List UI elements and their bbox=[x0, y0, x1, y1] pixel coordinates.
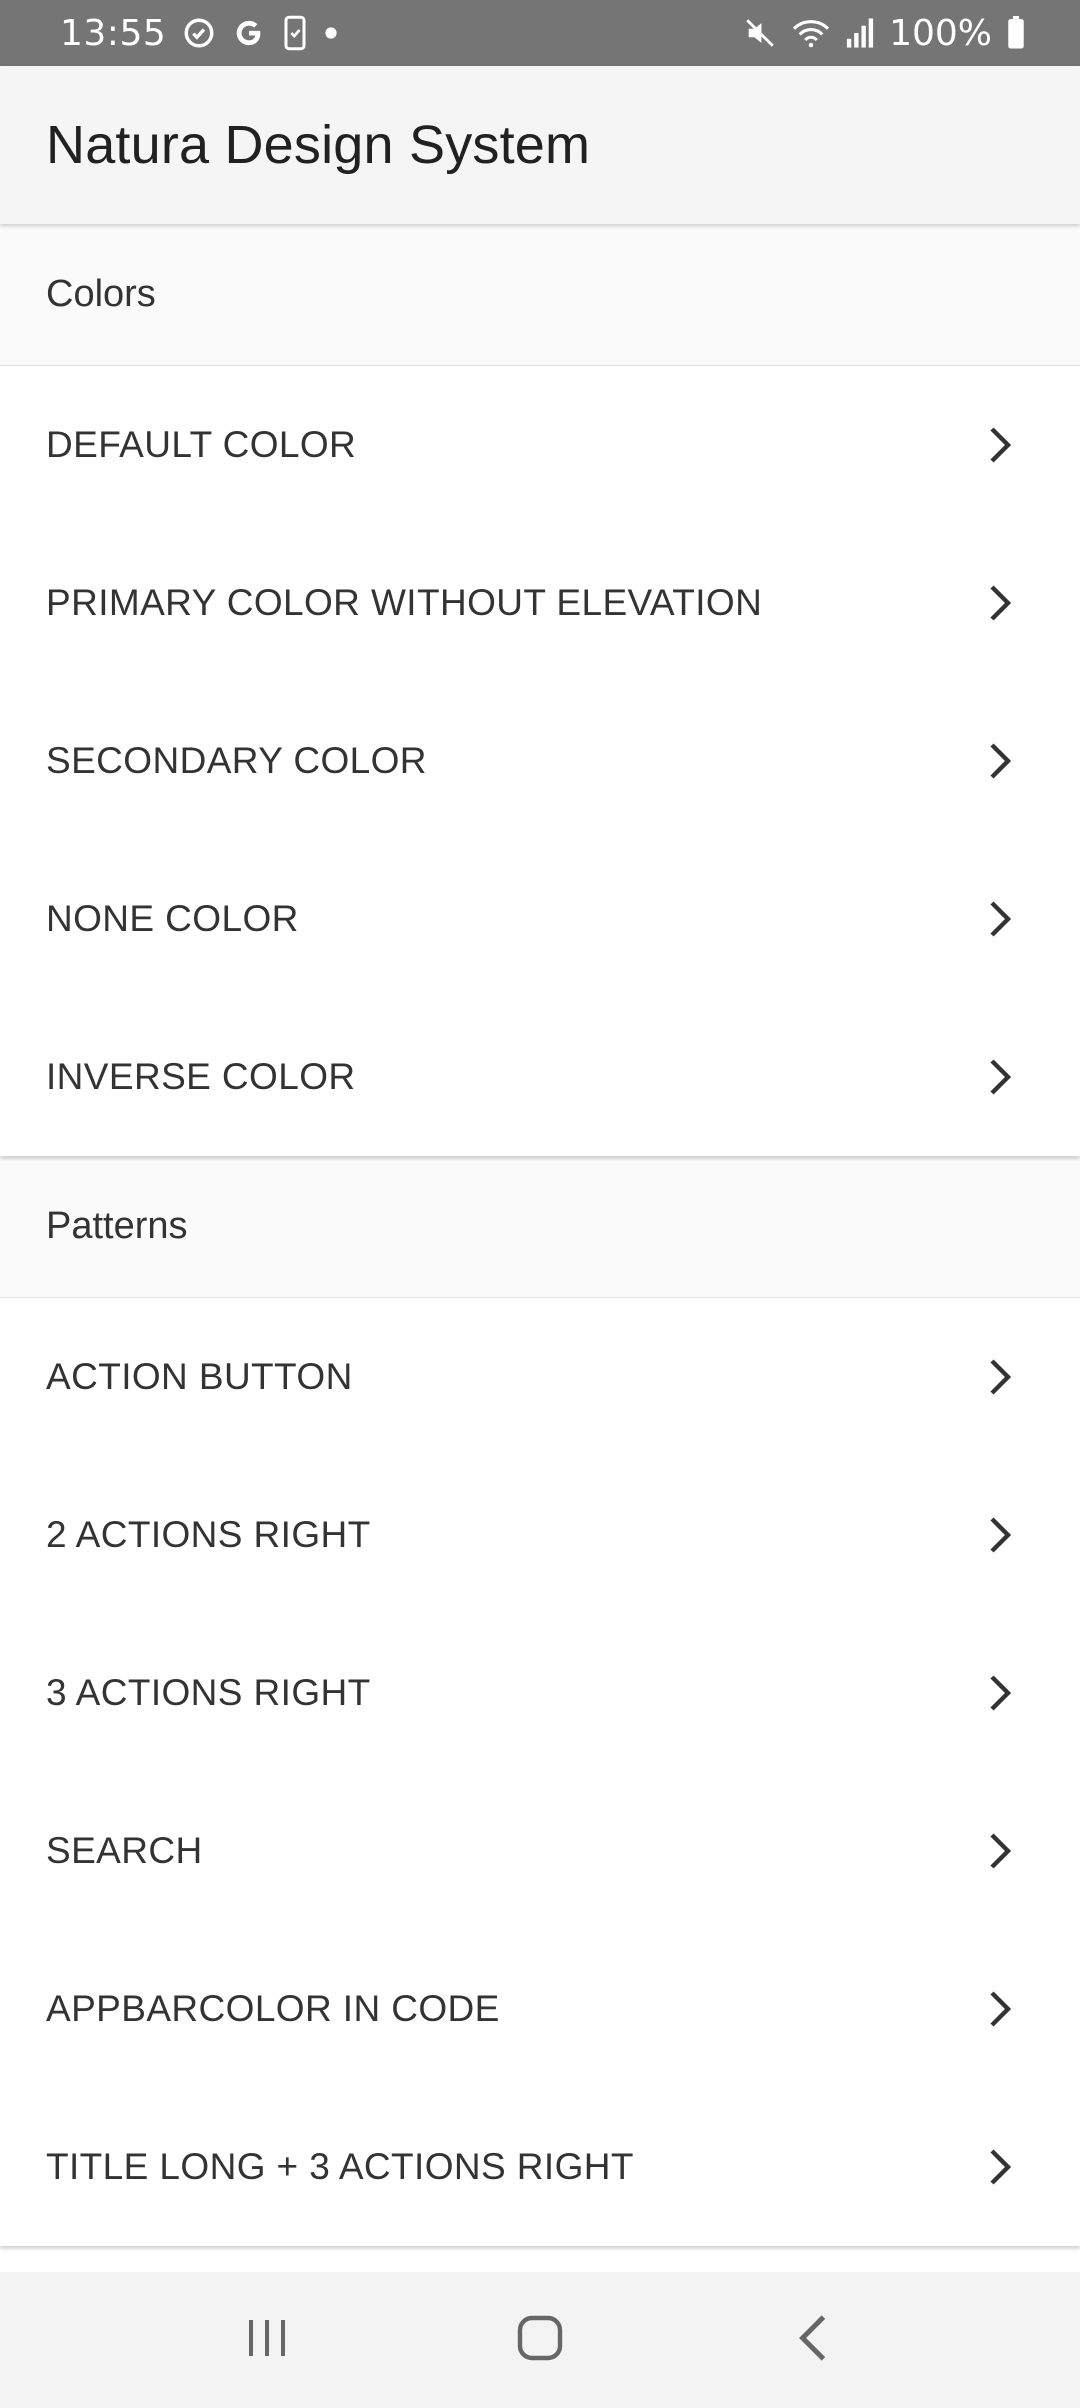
status-time: 13:55 bbox=[60, 12, 167, 54]
chevron-right-icon bbox=[980, 899, 1020, 939]
back-icon bbox=[796, 2313, 830, 2368]
menu-list: Colors DEFAULT COLOR PRIMARY COLOR WITHO… bbox=[0, 224, 1080, 2252]
dot-icon bbox=[324, 26, 338, 40]
list-item-title-long-3-actions-right[interactable]: TITLE LONG + 3 ACTIONS RIGHT bbox=[0, 2088, 1080, 2246]
chevron-right-icon bbox=[980, 1057, 1020, 1097]
list-item-label: 2 ACTIONS RIGHT bbox=[46, 1514, 371, 1555]
section-list-colors: DEFAULT COLOR PRIMARY COLOR WITHOUT ELEV… bbox=[0, 366, 1080, 1156]
list-item-label: INVERSE COLOR bbox=[46, 1056, 356, 1097]
chevron-right-icon bbox=[980, 1831, 1020, 1871]
system-nav-bar bbox=[0, 2272, 1080, 2408]
list-item-label: DEFAULT COLOR bbox=[46, 424, 357, 465]
list-item-label: TITLE LONG + 3 ACTIONS RIGHT bbox=[46, 2146, 634, 2187]
list-item-default-color[interactable]: DEFAULT COLOR bbox=[0, 366, 1080, 524]
section-list-patterns: ACTION BUTTON 2 ACTIONS RIGHT 3 ACTIONS … bbox=[0, 1298, 1080, 2246]
list-item-secondary-color[interactable]: SECONDARY COLOR bbox=[0, 682, 1080, 840]
list-item-search[interactable]: SEARCH bbox=[0, 1772, 1080, 1930]
status-bar: 13:55 100% bbox=[0, 0, 1080, 66]
chevron-right-icon bbox=[980, 1357, 1020, 1397]
battery-icon bbox=[1006, 16, 1026, 50]
list-item-2-actions-right[interactable]: 2 ACTIONS RIGHT bbox=[0, 1456, 1080, 1614]
list-item-label: APPBARCOLOR IN CODE bbox=[46, 1988, 500, 2029]
list-item-label: ACTION BUTTON bbox=[46, 1356, 353, 1397]
page-title: Natura Design System bbox=[46, 115, 591, 175]
chevron-right-icon bbox=[980, 1673, 1020, 1713]
mute-icon bbox=[743, 16, 777, 50]
list-item-none-color[interactable]: NONE COLOR bbox=[0, 840, 1080, 998]
chevron-right-icon bbox=[980, 2147, 1020, 2187]
list-item-action-button[interactable]: ACTION BUTTON bbox=[0, 1298, 1080, 1456]
list-item-primary-color-without-elevation[interactable]: PRIMARY COLOR WITHOUT ELEVATION bbox=[0, 524, 1080, 682]
section-header-colors: Colors bbox=[0, 224, 1080, 366]
status-right: 100% bbox=[729, 13, 1026, 54]
chevron-right-icon bbox=[980, 1515, 1020, 1555]
chevron-right-icon bbox=[980, 425, 1020, 465]
list-item-appbarcolor-in-code[interactable]: APPBARCOLOR IN CODE bbox=[0, 1930, 1080, 2088]
chevron-right-icon bbox=[980, 1989, 1020, 2029]
app-bar: Natura Design System bbox=[0, 66, 1080, 224]
list-item-inverse-color[interactable]: INVERSE COLOR bbox=[0, 998, 1080, 1156]
home-icon bbox=[516, 2314, 564, 2367]
sync-icon bbox=[182, 16, 216, 50]
home-button[interactable] bbox=[495, 2295, 585, 2385]
wifi-icon bbox=[791, 16, 831, 50]
battery-percentage: 100% bbox=[889, 12, 992, 54]
list-item-label: NONE COLOR bbox=[46, 898, 299, 939]
list-item-label: SEARCH bbox=[46, 1830, 203, 1871]
chevron-right-icon bbox=[980, 583, 1020, 623]
status-left: 13:55 bbox=[60, 13, 338, 54]
recents-icon bbox=[243, 2316, 291, 2365]
back-button[interactable] bbox=[768, 2295, 858, 2385]
device-check-icon bbox=[282, 15, 308, 51]
chevron-right-icon bbox=[980, 741, 1020, 781]
recents-button[interactable] bbox=[222, 2295, 312, 2385]
google-icon bbox=[232, 16, 266, 50]
list-item-label: PRIMARY COLOR WITHOUT ELEVATION bbox=[46, 582, 763, 623]
list-item-label: SECONDARY COLOR bbox=[46, 740, 427, 781]
list-item-3-actions-right[interactable]: 3 ACTIONS RIGHT bbox=[0, 1614, 1080, 1772]
list-item-label: 3 ACTIONS RIGHT bbox=[46, 1672, 371, 1713]
section-header-patterns: Patterns bbox=[0, 1156, 1080, 1298]
signal-icon bbox=[845, 17, 875, 49]
